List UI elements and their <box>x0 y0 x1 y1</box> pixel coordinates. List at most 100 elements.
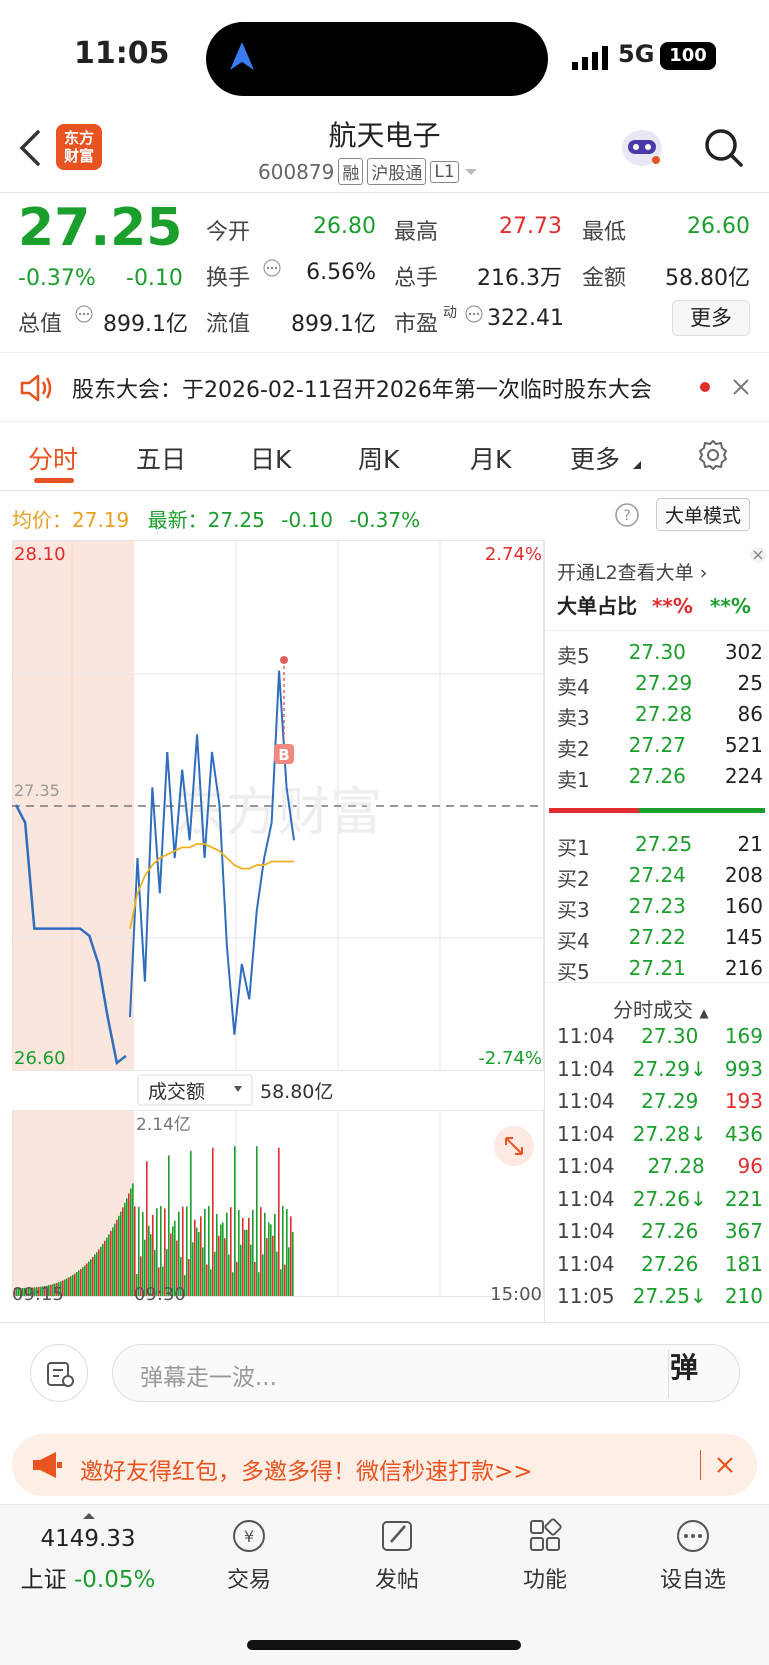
trade-row: 11:04 27.26 181 <box>557 1251 763 1276</box>
turnover-value: 6.56% <box>306 260 376 285</box>
nav-functions[interactable]: 功能 <box>490 1516 600 1594</box>
volume-bar <box>130 1188 132 1296</box>
close-icon[interactable] <box>749 546 767 564</box>
battery-icon: 100 <box>660 42 716 70</box>
buy-marker-label: B <box>278 746 289 764</box>
volume-bar <box>220 1224 222 1296</box>
volume-bar <box>128 1193 130 1296</box>
volume-bar <box>232 1272 234 1296</box>
volume-bar <box>288 1247 290 1296</box>
volume-bar <box>264 1212 266 1296</box>
tab-more[interactable]: 更多 <box>570 440 620 476</box>
volume-bar <box>284 1264 286 1296</box>
close-icon[interactable] <box>716 1456 734 1474</box>
volume-bar <box>242 1217 244 1296</box>
divider <box>0 1322 769 1323</box>
info-dots-icon[interactable] <box>464 304 484 324</box>
amount-value: 58.80亿 <box>665 266 750 291</box>
volume-bar <box>72 1274 74 1296</box>
nav-watchlist[interactable]: 设自选 <box>638 1516 748 1594</box>
gear-icon[interactable] <box>696 438 730 472</box>
nav-trade[interactable]: ¥ 交易 <box>194 1516 304 1594</box>
axis-max: 28.10 <box>14 544 66 565</box>
volume-bar <box>120 1211 122 1296</box>
ask-row: 卖5 27.30 302 <box>557 640 763 668</box>
nav-post[interactable]: 发帖 <box>342 1516 452 1594</box>
volume-bar <box>96 1252 98 1296</box>
volume-bar <box>228 1254 230 1296</box>
tab-daily-k[interactable]: 日K <box>250 440 291 476</box>
triangle-down-icon <box>633 461 641 469</box>
volume-bar <box>116 1219 118 1296</box>
tab-five-day[interactable]: 五日 <box>136 440 186 476</box>
assistant-robot-icon[interactable] <box>618 126 666 170</box>
notice-text: 股东大会：于2026-02-11召开2026年第一次临时股东大会 <box>72 378 652 403</box>
intraday-chart[interactable]: 东方财富 B 28.10 26.60 27.35 2.74% -2.74% 成交… <box>12 540 544 1302</box>
index-ticker[interactable]: 上证 -0.05% <box>0 1560 176 1594</box>
index-value[interactable]: 4149.33 <box>0 1526 176 1552</box>
tag-level: L1 <box>430 160 459 183</box>
search-icon[interactable] <box>704 128 744 168</box>
volume-bar <box>94 1254 96 1296</box>
volume-bar <box>138 1206 140 1296</box>
volume-bar <box>278 1147 280 1296</box>
location-arrow-icon <box>230 42 254 70</box>
volume-bar <box>90 1259 92 1296</box>
info-dots-icon[interactable] <box>262 258 282 278</box>
trade-row: 11:04 27.30 169 <box>557 1024 763 1048</box>
ask-row: 卖3 27.28 86 <box>557 702 763 730</box>
tab-monthly-k[interactable]: 月K <box>470 440 511 476</box>
trades-header[interactable]: 分时成交 ▲ <box>613 994 709 1023</box>
volume-bar <box>126 1198 128 1296</box>
info-dots-icon[interactable] <box>74 304 94 324</box>
barrage-send-button[interactable]: 弹 <box>670 1346 698 1386</box>
more-button[interactable]: 更多 <box>672 300 750 336</box>
volume-bar <box>256 1146 258 1296</box>
barrage-placeholder: 弹幕走一波... <box>140 1365 277 1391</box>
volume-bar <box>214 1251 216 1296</box>
volume-bar <box>272 1235 274 1296</box>
volume-bar <box>240 1244 242 1296</box>
volume-bar <box>82 1267 84 1296</box>
stock-meta[interactable]: 600879 融 沪股通 L1 <box>258 158 479 185</box>
big-order-mode-button[interactable]: 大单模式 <box>656 498 751 531</box>
volume-bar <box>212 1147 214 1296</box>
volume-bar <box>198 1232 200 1296</box>
volume-bar <box>86 1263 88 1296</box>
l2-promo-link[interactable]: 开通L2查看大单 › <box>557 558 707 585</box>
watermark: 东方财富 <box>174 783 382 843</box>
barrage-settings-icon <box>47 1362 74 1387</box>
trade-icon: ¥ <box>233 1520 265 1552</box>
volume-bar <box>74 1273 76 1296</box>
turnover-label: 换手 <box>206 266 251 291</box>
promo-text: 邀好友得红包，多邀多得！微信秒速打款>> <box>80 1459 533 1485</box>
volume-bar <box>118 1215 120 1296</box>
volume-bar <box>80 1268 82 1296</box>
tab-weekly-k[interactable]: 周K <box>358 440 399 476</box>
high-label: 最高 <box>394 220 439 245</box>
float-value: 899.1亿 <box>291 312 376 337</box>
megaphone-icon <box>33 1452 62 1478</box>
volume-bar <box>282 1206 284 1296</box>
volume-bar <box>276 1251 278 1296</box>
volume-bar <box>226 1212 228 1296</box>
change-amount: -0.10 <box>126 266 183 291</box>
edit-icon <box>382 1521 412 1551</box>
help-icon[interactable]: ? <box>614 502 640 528</box>
tab-intraday[interactable]: 分时 <box>28 440 78 476</box>
big-order-ratio: 大单占比 **% **% <box>557 594 751 618</box>
close-icon[interactable] <box>732 378 750 396</box>
volume-bar <box>134 1206 136 1296</box>
preopen-zone-volume <box>12 1110 134 1296</box>
volume-bar <box>188 1259 190 1296</box>
index-change: -0.05% <box>73 1567 156 1593</box>
barrage-settings-button[interactable] <box>30 1344 88 1402</box>
volume-bar <box>236 1261 238 1296</box>
pe-label: 市盈 <box>394 312 439 337</box>
volume-bar <box>262 1254 264 1296</box>
stock-code: 600879 <box>258 159 335 184</box>
change-percent: -0.37% <box>18 266 96 291</box>
volume-bar <box>168 1155 170 1296</box>
volume-bar <box>102 1243 104 1296</box>
volume-bar <box>248 1217 250 1296</box>
